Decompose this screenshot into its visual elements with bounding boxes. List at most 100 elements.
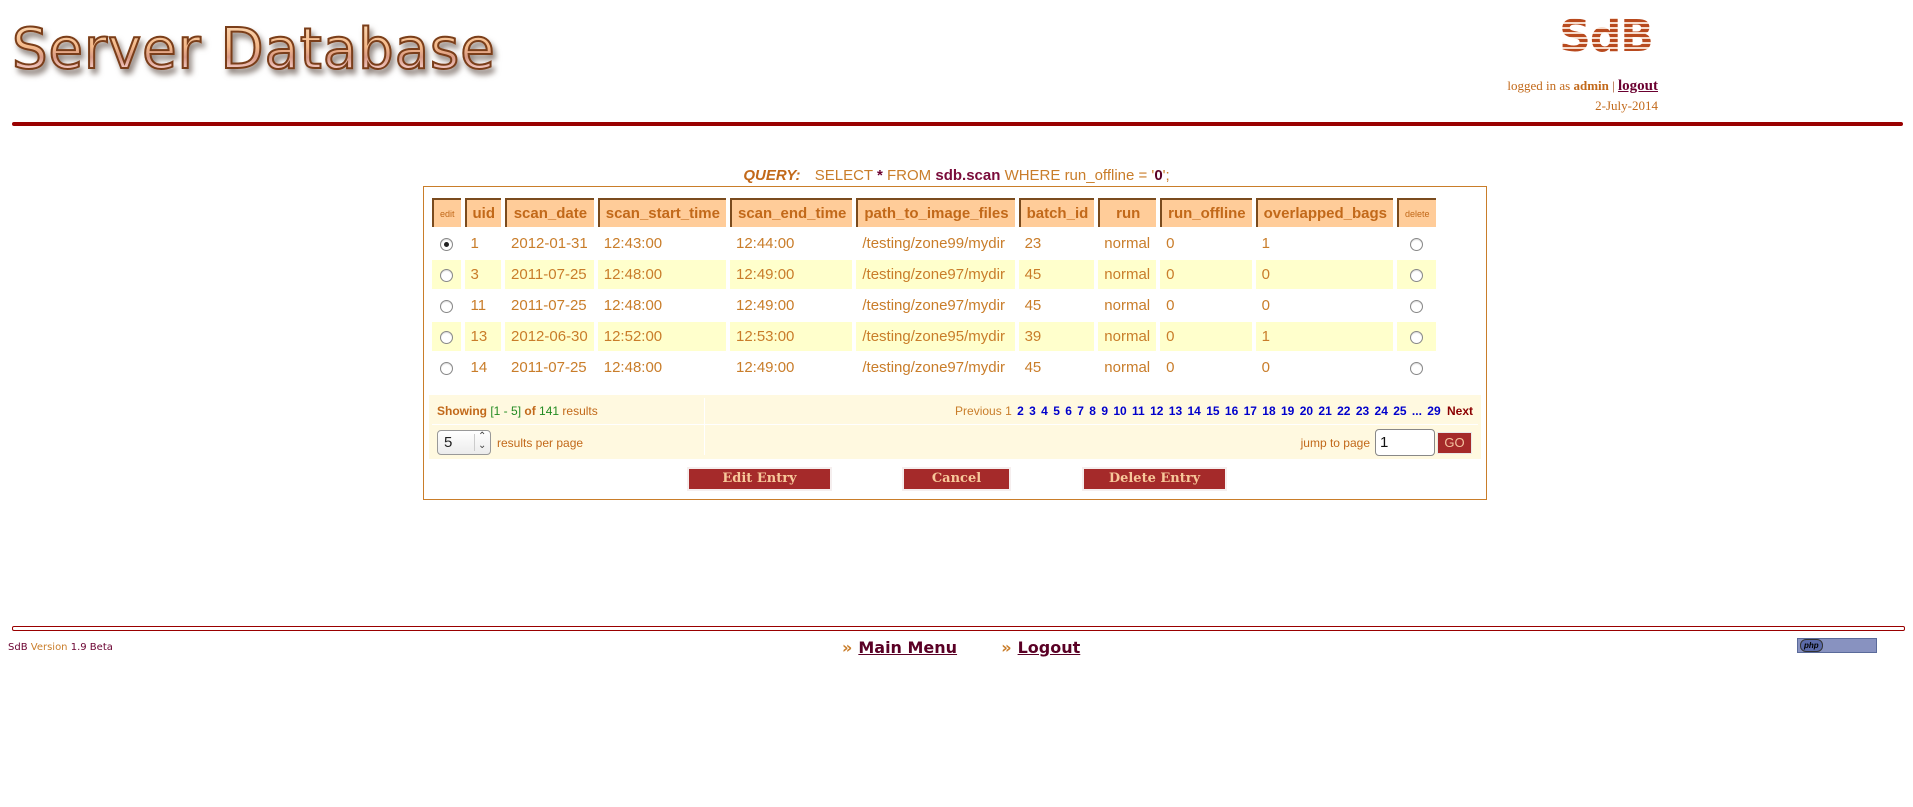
results-per-page-label: results per page [497, 436, 584, 450]
jump-to-page-label: jump to page [1300, 436, 1370, 450]
col-header-scan-end-time[interactable]: scan_end_time [729, 198, 853, 227]
page-link[interactable]: 4 [1041, 404, 1048, 418]
updown-arrows-icon: ⌃ ⌄ [478, 431, 487, 451]
cell-scan-end-time: 12:49:00 [735, 297, 795, 314]
cell-scan-date: 2011-07-25 [511, 297, 587, 314]
cell-path-to-image-files: /testing/zone95/mydir [856, 322, 1015, 351]
delete-radio[interactable] [1409, 330, 1423, 344]
page-link[interactable]: 8 [1089, 404, 1096, 418]
cell-overlapped-bags: 1 [1261, 235, 1270, 252]
results-per-page-select[interactable]: 5 ⌃ ⌄ [437, 430, 491, 455]
query-star: * [877, 167, 883, 184]
jump-to-page-input[interactable] [1375, 429, 1435, 456]
table-header-row: edit uid scan_date scan_start_time scan_… [432, 198, 1436, 227]
cell-run: normal [1104, 359, 1151, 376]
table-row: 13 2012-06-30 12:52:00 12:53:00/testing/zon… [432, 322, 1436, 351]
next-page-link[interactable]: Next [1447, 404, 1473, 418]
cell-batch-id: 39 [1018, 322, 1095, 351]
page-link[interactable]: 10 [1113, 404, 1126, 418]
table-row: 11 2011-07-25 12:48:00 12:49:00/testing/zon… [432, 291, 1436, 320]
cell-run: normal [1098, 322, 1157, 351]
page-link[interactable]: 7 [1077, 404, 1084, 418]
total-count: 141 [539, 404, 560, 418]
page-link[interactable]: 11 [1132, 404, 1145, 418]
php-powered-badge: php POWERED [1797, 638, 1877, 663]
page-link[interactable]: 24 [1375, 404, 1388, 418]
pagination-bar: Showing [1 - 5] of 141 results 5 ⌃ ⌄ resu… [429, 395, 1481, 459]
page-link[interactable]: 9 [1101, 404, 1108, 418]
cell-run-offline: 0 [1166, 359, 1175, 376]
pager-divider [432, 424, 1478, 425]
delete-radio[interactable] [1409, 299, 1423, 313]
edit-radio-cell [432, 322, 461, 351]
cell-scan-start-time: 12:43:00 [603, 235, 663, 252]
page-link[interactable]: 20 [1300, 404, 1313, 418]
cell-overlapped-bags: 0 [1261, 297, 1270, 314]
cancel-button[interactable]: Cancel [902, 467, 1011, 491]
col-header-path-to-image-files[interactable]: path_to_image_files [856, 198, 1015, 227]
col-header-run[interactable]: run [1098, 198, 1157, 227]
delete-radio[interactable] [1409, 237, 1423, 251]
page-link[interactable]: 15 [1206, 404, 1219, 418]
page-link[interactable]: 25 [1393, 404, 1406, 418]
page-link[interactable]: 3 [1029, 404, 1036, 418]
results-per-page-value: 5 [444, 434, 453, 451]
page-link-last[interactable]: 29 [1427, 404, 1440, 418]
page-link[interactable]: 13 [1169, 404, 1182, 418]
query-line: QUERY: SELECT * FROM sdb.scan WHERE run_… [0, 167, 1913, 184]
col-header-batch-id[interactable]: batch_id [1018, 198, 1095, 227]
query-label: QUERY: [743, 167, 801, 184]
cell-run: normal [1104, 297, 1151, 314]
edit-radio[interactable] [439, 361, 453, 375]
cell-scan-start-time: 12:48:00 [597, 260, 726, 289]
showing-label: Showing [437, 404, 487, 418]
edit-radio[interactable] [439, 299, 453, 313]
col-header-uid[interactable]: uid [464, 198, 502, 227]
page-link[interactable]: 17 [1244, 404, 1257, 418]
edit-radio[interactable] [439, 237, 453, 251]
version-info: SdB Version 1.9 Beta [8, 642, 113, 653]
edit-radio[interactable] [439, 268, 453, 282]
logo-text: SdB [1559, 11, 1654, 62]
cell-scan-end-time: 12:53:00 [729, 322, 853, 351]
main-menu-link[interactable]: Main Menu [858, 638, 957, 657]
page-link[interactable]: 18 [1262, 404, 1275, 418]
page-link[interactable]: 16 [1225, 404, 1238, 418]
col-header-edit: edit [432, 198, 461, 227]
page-link[interactable]: 6 [1065, 404, 1072, 418]
delete-entry-button[interactable]: Delete Entry [1082, 467, 1227, 491]
col-header-scan-date[interactable]: scan_date [505, 198, 594, 227]
cell-scan-date: 2011-07-25 [511, 359, 587, 376]
nav-marker-icon: » [1001, 638, 1012, 657]
page-link[interactable]: 19 [1281, 404, 1294, 418]
page-link[interactable]: 12 [1150, 404, 1163, 418]
col-header-scan-start-time[interactable]: scan_start_time [597, 198, 726, 227]
page-link[interactable]: 22 [1337, 404, 1350, 418]
col-header-overlapped-bags[interactable]: overlapped_bags [1255, 198, 1394, 227]
cell-overlapped-bags: 1 [1255, 322, 1394, 351]
delete-radio-cell [1397, 260, 1436, 289]
results-table: edit uid scan_date scan_start_time scan_… [428, 196, 1440, 384]
nav-marker-icon: » [842, 638, 853, 657]
page-link[interactable]: 14 [1187, 404, 1200, 418]
edit-radio-cell [432, 260, 461, 289]
footer-logout-link[interactable]: Logout [1018, 638, 1081, 657]
page-link[interactable]: 5 [1053, 404, 1060, 418]
go-button[interactable]: GO [1437, 432, 1472, 454]
page-link[interactable]: 23 [1356, 404, 1369, 418]
query-where: WHERE run_offline = ' [1004, 167, 1155, 184]
col-header-run-offline[interactable]: run_offline [1160, 198, 1252, 227]
query-select: SELECT [814, 167, 873, 184]
page-link[interactable]: 21 [1318, 404, 1331, 418]
delete-radio[interactable] [1409, 268, 1423, 282]
edit-radio[interactable] [439, 330, 453, 344]
cell-uid: 13 [464, 322, 502, 351]
cell-path-to-image-files: /testing/zone97/mydir [862, 359, 1005, 376]
pages-ellipsis: ... [1411, 404, 1422, 418]
php-logo-icon: php [1800, 639, 1823, 652]
delete-radio[interactable] [1409, 361, 1423, 375]
page-link[interactable]: 2 [1017, 404, 1024, 418]
edit-entry-button[interactable]: Edit Entry [687, 467, 832, 491]
header-logout-link[interactable]: logout [1618, 78, 1658, 94]
cell-batch-id: 45 [1024, 297, 1042, 314]
